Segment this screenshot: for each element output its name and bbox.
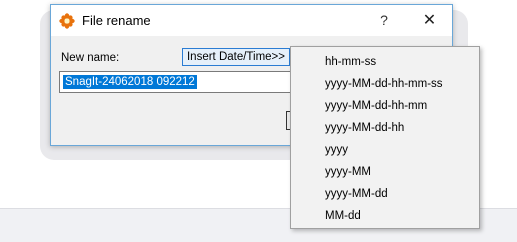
menu-item-yyyy[interactable]: yyyy bbox=[325, 144, 348, 156]
menu-item-yyyy-mm[interactable]: yyyy-MM bbox=[325, 166, 371, 178]
menu-item-yyyy-mm-dd-hh-mm-ss[interactable]: yyyy-MM-dd-hh-mm-ss bbox=[325, 78, 443, 90]
dialog-titlebar[interactable]: File rename ? ✕ bbox=[51, 5, 452, 36]
insert-date-time-button[interactable]: Insert Date/Time>> bbox=[182, 48, 290, 66]
new-name-selected-text: SnagIt-24062018 092212 bbox=[63, 75, 197, 89]
new-name-label: New name: bbox=[61, 52, 120, 64]
menu-item-yyyy-mm-dd-hh-mm[interactable]: yyyy-MM-dd-hh-mm bbox=[325, 100, 427, 112]
menu-item-yyyy-mm-dd[interactable]: yyyy-MM-dd bbox=[325, 188, 388, 200]
menu-item-mm-dd[interactable]: MM-dd bbox=[325, 210, 361, 222]
dialog-title: File rename bbox=[82, 13, 151, 28]
new-name-input[interactable]: SnagIt-24062018 092212 bbox=[59, 71, 295, 93]
date-time-format-menu: hh-mm-ss yyyy-MM-dd-hh-mm-ss yyyy-MM-dd-… bbox=[290, 46, 480, 229]
close-button[interactable]: ✕ bbox=[407, 5, 452, 36]
menu-item-hh-mm-ss[interactable]: hh-mm-ss bbox=[325, 56, 376, 68]
menu-item-yyyy-mm-dd-hh[interactable]: yyyy-MM-dd-hh bbox=[325, 122, 404, 134]
help-button[interactable]: ? bbox=[367, 5, 401, 36]
app-flower-icon bbox=[59, 13, 75, 29]
